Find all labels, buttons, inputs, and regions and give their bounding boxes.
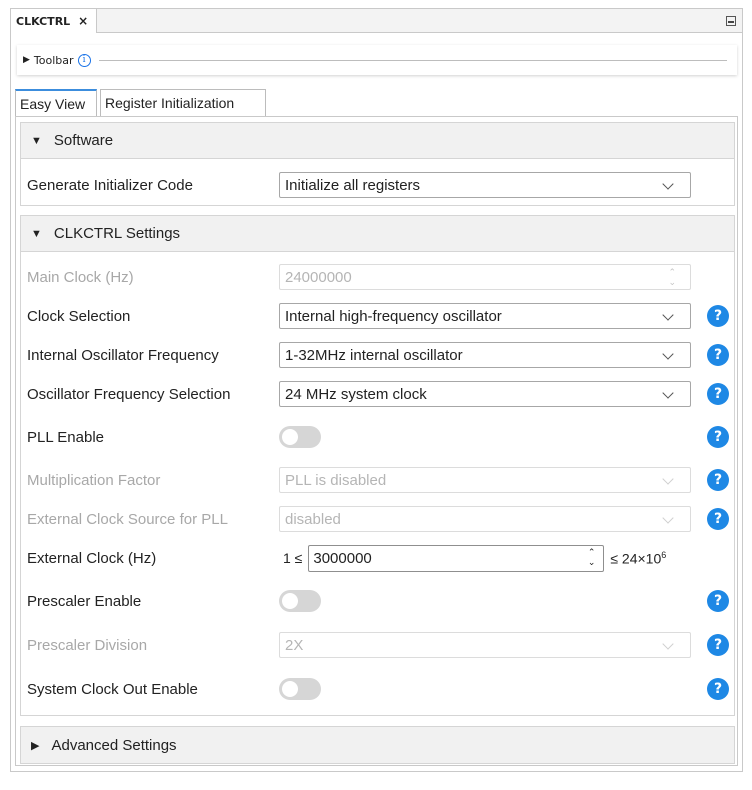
multiplication-factor-select: PLL is disabled xyxy=(279,467,691,493)
select-value: 1-32MHz internal oscillator xyxy=(285,346,463,364)
toolbar-expander[interactable]: ▶ Toolbar i xyxy=(17,45,737,75)
toggle-knob xyxy=(282,593,298,609)
prescaler-enable-toggle[interactable] xyxy=(279,590,321,612)
clkctrl-settings-header[interactable]: ▼ CLKCTRL Settings xyxy=(21,216,734,252)
triangle-down-icon: ▼ xyxy=(31,227,42,240)
internal-oscillator-frequency-select[interactable]: 1-32MHz internal oscillator xyxy=(279,342,691,368)
clkctrl-panel: CLKCTRL × ▶ Toolbar i Easy View Register… xyxy=(10,8,743,772)
field-label: Prescaler Enable xyxy=(27,592,142,610)
select-value: Initialize all registers xyxy=(285,176,421,194)
chevron-down-icon xyxy=(662,473,674,485)
field-label: Internal Oscillator Frequency xyxy=(27,346,219,364)
clkctrl-settings-section: ▼ CLKCTRL Settings Main Clock (Hz) 24000… xyxy=(20,215,735,716)
min-constraint: 1 ≤ xyxy=(283,550,303,566)
software-section: ▼ Software Generate Initializer Code Ini… xyxy=(20,122,735,206)
internal-oscillator-frequency-row: Internal Oscillator Frequency 1-32MHz in… xyxy=(21,340,734,370)
easy-view-content: ▼ Software Generate Initializer Code Ini… xyxy=(15,116,738,766)
select-value: disabled xyxy=(285,510,341,528)
prescaler-division-select: 2X xyxy=(279,632,691,658)
field-label: External Clock Source for PLL xyxy=(27,510,228,528)
chevron-down-icon xyxy=(662,638,674,650)
prescaler-enable-row: Prescaler Enable ? xyxy=(21,586,734,616)
system-clock-out-enable-toggle[interactable] xyxy=(279,678,321,700)
field-label: PLL Enable xyxy=(27,428,105,446)
help-icon[interactable]: ? xyxy=(707,678,729,700)
select-value: 2X xyxy=(285,636,304,654)
pll-enable-toggle[interactable] xyxy=(279,426,321,448)
pll-enable-row: PLL Enable ? xyxy=(21,422,734,452)
oscillator-frequency-selection-row: Oscillator Frequency Selection 24 MHz sy… xyxy=(21,379,734,409)
help-icon[interactable]: ? xyxy=(707,590,729,612)
chevron-down-icon xyxy=(662,348,674,360)
max-constraint-base: ≤ 24×10 xyxy=(610,550,662,567)
external-clock-source-pll-row: External Clock Source for PLL disabled ? xyxy=(21,504,734,534)
prescaler-division-row: Prescaler Division 2X ? xyxy=(21,630,734,660)
clock-selection-row: Clock Selection Internal high-frequency … xyxy=(21,301,734,331)
advanced-settings-section: ▶ Advanced Settings xyxy=(20,726,735,764)
external-clock-input[interactable]: 3000000 ⌃ ⌄ xyxy=(308,544,605,572)
info-icon[interactable]: i xyxy=(77,53,91,67)
chevron-down-icon xyxy=(662,387,674,399)
toolbar-label: Toolbar xyxy=(33,53,74,67)
toggle-knob xyxy=(282,681,298,697)
triangle-right-icon: ▶ xyxy=(23,55,30,65)
main-clock-row: Main Clock (Hz) 24000000 ⌃ ⌄ xyxy=(21,262,734,292)
help-icon[interactable]: ? xyxy=(707,344,729,366)
help-icon[interactable]: ? xyxy=(707,305,729,327)
help-icon[interactable]: ? xyxy=(707,508,729,530)
select-value: PLL is disabled xyxy=(285,471,387,489)
advanced-settings-header[interactable]: ▶ Advanced Settings xyxy=(21,727,734,763)
section-title: CLKCTRL Settings xyxy=(53,225,181,242)
field-label: Oscillator Frequency Selection xyxy=(27,385,231,403)
toggle-knob xyxy=(282,429,298,445)
generate-initializer-code-select[interactable]: Initialize all registers xyxy=(279,172,691,198)
field-label: Generate Initializer Code xyxy=(27,176,193,194)
max-constraint-exponent: 6 xyxy=(661,549,667,560)
help-icon[interactable]: ? xyxy=(707,383,729,405)
spinner-icon[interactable]: ⌃ ⌄ xyxy=(588,547,596,567)
help-icon[interactable]: ? xyxy=(707,469,729,491)
minimize-icon[interactable] xyxy=(726,16,736,26)
external-clock-row: External Clock (Hz) 1 ≤ 3000000 ⌃ ⌄ ≤ 24×… xyxy=(21,543,734,573)
select-value: Internal high-frequency oscillator xyxy=(285,307,502,325)
input-value: 3000000 xyxy=(313,549,372,567)
close-icon[interactable]: × xyxy=(78,14,88,28)
field-label: Prescaler Division xyxy=(27,636,148,654)
triangle-right-icon: ▶ xyxy=(31,739,40,752)
select-value: 24 MHz system clock xyxy=(285,385,427,403)
chevron-down-icon xyxy=(662,309,674,321)
help-icon[interactable]: ? xyxy=(707,634,729,656)
chevron-down-icon xyxy=(662,512,674,524)
toolbar-divider xyxy=(98,59,727,61)
chevron-down-icon xyxy=(662,178,674,190)
external-clock-control: 1 ≤ 3000000 ⌃ ⌄ ≤ 24×106 xyxy=(283,544,666,572)
field-label: Multiplication Factor xyxy=(27,471,161,489)
document-tab-clkctrl[interactable]: CLKCTRL × xyxy=(11,9,97,33)
external-clock-source-pll-select: disabled xyxy=(279,506,691,532)
field-label: System Clock Out Enable xyxy=(27,680,198,698)
clock-selection-select[interactable]: Internal high-frequency oscillator xyxy=(279,303,691,329)
tab-easy-view[interactable]: Easy View xyxy=(15,89,97,117)
section-title: Software xyxy=(53,132,114,149)
generate-initializer-code-row: Generate Initializer Code Initialize all… xyxy=(21,170,734,200)
document-tab-title: CLKCTRL xyxy=(16,14,71,28)
max-constraint: ≤ 24×106 xyxy=(610,550,666,567)
field-label: External Clock (Hz) xyxy=(27,549,157,567)
section-title: Advanced Settings xyxy=(51,736,177,754)
field-label: Main Clock (Hz) xyxy=(27,268,134,286)
oscillator-frequency-selection-select[interactable]: 24 MHz system clock xyxy=(279,381,691,407)
tab-register-initialization[interactable]: Register Initialization xyxy=(100,89,266,116)
system-clock-out-enable-row: System Clock Out Enable ? xyxy=(21,674,734,704)
multiplication-factor-row: Multiplication Factor PLL is disabled ? xyxy=(21,465,734,495)
help-icon[interactable]: ? xyxy=(707,426,729,448)
spinner-icon: ⌃ ⌄ xyxy=(668,267,676,287)
main-clock-input: 24000000 ⌃ ⌄ xyxy=(279,264,691,290)
triangle-down-icon: ▼ xyxy=(31,134,42,147)
field-label: Clock Selection xyxy=(27,307,131,325)
software-section-header[interactable]: ▼ Software xyxy=(21,123,734,159)
document-tab-bar: CLKCTRL × xyxy=(11,9,742,33)
input-value: 24000000 xyxy=(285,268,352,286)
